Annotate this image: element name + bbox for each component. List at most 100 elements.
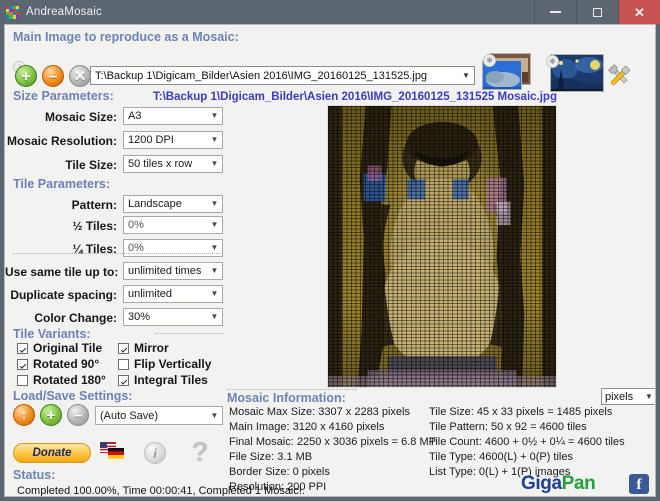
minimize-button[interactable] xyxy=(534,0,576,24)
pattern-label: Pattern: xyxy=(5,198,117,212)
checkbox-label: Mirror xyxy=(134,341,169,355)
close-icon: ✕ xyxy=(634,6,645,19)
mosaic-preview[interactable] xyxy=(327,105,557,388)
mosaic-resolution-value: 1200 DPI xyxy=(124,134,207,146)
close-button[interactable]: ✕ xyxy=(618,0,660,24)
half-tiles-select[interactable]: 0% ▼ xyxy=(123,216,223,234)
maximize-icon xyxy=(593,8,602,17)
save-settings-button[interactable]: + xyxy=(40,404,62,426)
facebook-button[interactable]: f xyxy=(629,474,649,494)
settings-preset-value: (Auto Save) xyxy=(96,410,207,422)
checkbox-icon xyxy=(17,359,28,370)
pattern-select[interactable]: Landscape ▼ xyxy=(123,195,223,213)
size-parameters-heading: Size Parameters: xyxy=(13,89,114,103)
settings-preset-select[interactable]: (Auto Save) ▼ xyxy=(95,406,223,425)
main-image-path-combo[interactable]: T:\Backup 1\Digicam_Bilder\Asien 2016\IM… xyxy=(90,66,475,85)
chevron-down-icon: ▼ xyxy=(458,71,474,80)
maximize-button[interactable] xyxy=(576,0,618,24)
tile-size-select[interactable]: 50 tiles x row ▼ xyxy=(123,155,223,173)
client-area: Main Image to reproduce as a Mosaic: i +… xyxy=(4,24,656,497)
checkbox-label: Rotated 90° xyxy=(33,357,99,371)
duplicate-spacing-value: unlimited xyxy=(124,288,207,300)
facebook-icon: f xyxy=(637,478,642,493)
chevron-down-icon: ▼ xyxy=(207,160,222,168)
gigapan-giga-text: Giga xyxy=(521,473,562,494)
title-bar: AndreaMosaic ✕ xyxy=(0,0,660,24)
mosaic-resolution-label: Mosaic Resolution: xyxy=(5,134,117,148)
mosaic-size-label: Mosaic Size: xyxy=(5,110,117,124)
info-line: Border Size: 0 pixels xyxy=(229,465,436,480)
checkbox-original-tile[interactable]: Original Tile xyxy=(17,341,102,355)
duplicate-spacing-label: Duplicate spacing: xyxy=(5,288,117,302)
help-button[interactable]: ? xyxy=(187,438,213,466)
checkbox-label: Integral Tiles xyxy=(134,373,208,387)
chevron-down-icon: ▼ xyxy=(207,313,222,321)
clear-main-image-button[interactable]: ✕ xyxy=(69,65,91,87)
color-change-select[interactable]: 30% ▼ xyxy=(123,308,223,326)
tile-size-value: 50 tiles x row xyxy=(124,158,207,170)
tile-size-label: Tile Size: xyxy=(5,158,117,172)
checkbox-label: Rotated 180° xyxy=(33,373,106,387)
chevron-down-icon: ▼ xyxy=(207,412,222,420)
checkbox-rotated-180[interactable]: Rotated 180° xyxy=(17,373,106,387)
color-change-value: 30% xyxy=(124,311,207,323)
x-icon: ✕ xyxy=(70,66,90,86)
mosaic-resolution-select[interactable]: 1200 DPI ▼ xyxy=(123,131,223,149)
checkbox-flip-vertically[interactable]: Flip Vertically xyxy=(118,357,211,371)
app-window: AndreaMosaic ✕ Main Image to reproduce a… xyxy=(0,0,660,501)
use-same-tile-label: Use same tile up to: xyxy=(5,265,117,279)
info-line: Tile Count: 4600 + 0½ + 0¼ = 4600 tiles xyxy=(429,435,625,450)
stamp-icon: ✱ xyxy=(483,54,496,67)
window-controls: ✕ xyxy=(534,0,660,24)
minus-icon: – xyxy=(68,405,88,425)
divider xyxy=(155,333,223,335)
checkbox-rotated-90[interactable]: Rotated 90° xyxy=(17,357,99,371)
checkbox-integral-tiles[interactable]: Integral Tiles xyxy=(118,373,208,387)
app-icon xyxy=(6,6,19,19)
checkbox-mirror[interactable]: Mirror xyxy=(118,341,169,355)
add-main-image-button[interactable]: + xyxy=(15,65,37,87)
arrow-up-icon: ↑ xyxy=(14,405,34,425)
half-tiles-label: ½ Tiles: xyxy=(5,219,117,233)
info-line: Tile Size: 45 x 33 pixels = 1485 pixels xyxy=(429,405,625,420)
main-image-heading: Main Image to reproduce as a Mosaic: xyxy=(13,30,239,44)
checkbox-label: Flip Vertically xyxy=(134,357,211,371)
flag-icon xyxy=(100,442,124,459)
use-same-tile-select[interactable]: unlimited times ▼ xyxy=(123,262,223,280)
mosaic-information-heading: Mosaic Information: xyxy=(227,391,346,405)
gigapan-logo[interactable]: GigaPan xyxy=(521,473,595,495)
info-line: Main Image: 3120 x 4160 pixels xyxy=(229,420,436,435)
mosaic-preview-image xyxy=(328,106,556,387)
info-button[interactable]: i xyxy=(144,442,166,464)
half-tiles-value: 0% xyxy=(124,219,207,231)
donate-button[interactable]: Donate xyxy=(13,443,91,463)
status-text: Completed 100.00%, Time 00:00:41, Comple… xyxy=(17,485,305,497)
chevron-down-icon: ▼ xyxy=(207,200,222,208)
mosaic-size-value: A3 xyxy=(124,110,207,122)
chevron-down-icon: ▼ xyxy=(207,112,222,120)
stamp-icon: ✱ xyxy=(546,55,559,68)
tools-button[interactable] xyxy=(605,61,635,91)
donate-label: Donate xyxy=(33,447,72,459)
units-select[interactable]: pixels ▼ xyxy=(601,388,656,405)
color-change-label: Color Change: xyxy=(5,311,117,325)
divider xyxy=(13,253,223,255)
duplicate-spacing-select[interactable]: unlimited ▼ xyxy=(123,285,223,303)
chevron-down-icon: ▼ xyxy=(207,244,222,252)
output-path-label: T:\Backup 1\Digicam_Bilder\Asien 2016\IM… xyxy=(153,91,557,103)
mosaic-info-left-column: Mosaic Max Size: 3307 x 2283 pixels Main… xyxy=(229,405,436,495)
language-button[interactable] xyxy=(100,442,124,459)
delete-settings-button[interactable]: – xyxy=(67,404,89,426)
divider xyxy=(227,389,357,391)
window-title: AndreaMosaic xyxy=(26,6,102,18)
load-settings-button[interactable]: ↑ xyxy=(13,404,35,426)
mosaic-size-select[interactable]: A3 ▼ xyxy=(123,107,223,125)
checkbox-icon xyxy=(17,343,28,354)
status-heading: Status: xyxy=(13,468,55,482)
pattern-value: Landscape xyxy=(124,198,207,210)
checkbox-label: Original Tile xyxy=(33,341,102,355)
units-value: pixels xyxy=(602,391,642,403)
checkbox-icon xyxy=(118,359,129,370)
remove-main-image-button[interactable]: – xyxy=(42,65,64,87)
info-line: Final Mosaic: 2250 x 3036 pixels = 6.8 M… xyxy=(229,435,436,450)
